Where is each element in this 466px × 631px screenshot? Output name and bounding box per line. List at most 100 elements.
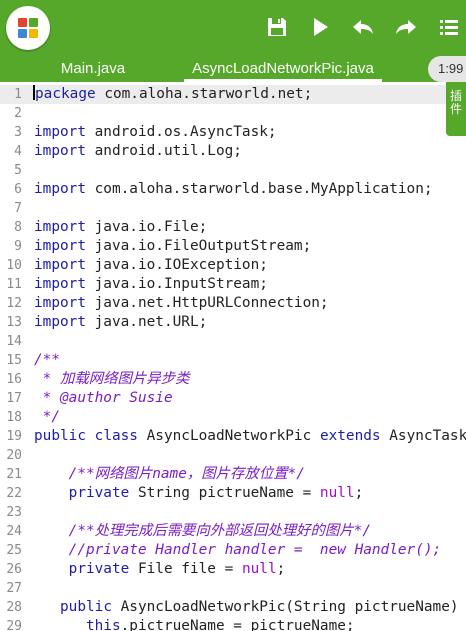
code-token-keyword: public: [60, 599, 112, 615]
code-text: * 加载网络图片异步类: [34, 370, 190, 389]
code-text: import java.net.URL;: [34, 313, 207, 332]
code-token-comment: */: [34, 409, 60, 425]
code-line[interactable]: 8 import java.io.File;: [0, 218, 466, 237]
code-token-keyword: import: [34, 257, 86, 273]
code-token-literal: null: [241, 561, 277, 577]
code-token-keyword: public: [34, 428, 86, 444]
time-indicator: 1:99: [428, 56, 466, 82]
tab-label: AsyncLoadNetworkPic.java: [192, 60, 374, 77]
code-token-identifier: java.net.URL;: [85, 314, 208, 330]
line-number: 19: [6, 429, 22, 444]
line-number: 23: [6, 505, 22, 520]
line-number: 5: [14, 163, 22, 178]
code-token-identifier: android.os.AsyncTask;: [85, 124, 277, 140]
code-token-keyword: import: [34, 181, 86, 197]
line-number: 11: [6, 277, 22, 292]
line-number: 6: [14, 182, 22, 197]
code-line[interactable]: 28 public AsyncLoadNetworkPic(String pic…: [0, 598, 466, 617]
code-token-identifier: .pictrueName = pictrueName;: [120, 618, 355, 631]
plugin-tab[interactable]: 插件: [446, 82, 466, 136]
save-icon[interactable]: [264, 14, 290, 40]
code-line[interactable]: 16 * 加载网络图片异步类: [0, 370, 466, 389]
code-text: /**: [34, 351, 60, 370]
code-token-comment: /**: [34, 352, 60, 368]
code-token-keyword: class: [94, 428, 138, 444]
code-editor[interactable]: 1 package com.aloha.starworld.net; 2 3 impor…: [0, 82, 466, 631]
code-token-identifier: File file =: [129, 561, 242, 577]
code-line[interactable]: 25 //private Handler handler = new Handl…: [0, 541, 466, 560]
redo-icon[interactable]: [393, 14, 419, 40]
tab-asyncloadnetworkpic-java[interactable]: AsyncLoadNetworkPic.java: [184, 58, 382, 82]
code-line[interactable]: 23: [0, 503, 466, 522]
plugin-tab-label: 插件: [449, 89, 462, 116]
code-token-identifier: ;: [276, 561, 286, 577]
code-token-identifier: AsyncLoadNetworkPic: [137, 428, 320, 444]
code-line[interactable]: 6 import com.aloha.starworld.base.MyAppli…: [0, 180, 466, 199]
code-token-comment: /**处理完成后需要向外部返回处理好的图片*/: [34, 523, 372, 539]
code-line[interactable]: 17 * @author Susie: [0, 389, 466, 408]
line-number: 17: [6, 391, 22, 406]
line-number: 14: [6, 334, 22, 349]
code-line[interactable]: 12 import java.net.HttpURLConnection;: [0, 294, 466, 313]
code-token-keyword: this: [85, 618, 121, 631]
code-text: * @author Susie: [34, 389, 173, 408]
code-line[interactable]: 2: [0, 104, 466, 123]
code-line[interactable]: 14: [0, 332, 466, 351]
code-line[interactable]: 29 this.pictrueName = pictrueName;: [0, 617, 466, 631]
code-line[interactable]: 11 import java.io.InputStream;: [0, 275, 466, 294]
line-number: 25: [6, 543, 22, 558]
code-line[interactable]: 5: [0, 161, 466, 180]
code-token-identifier: android.util.Log;: [85, 143, 242, 159]
line-number: 28: [6, 600, 22, 615]
code-line[interactable]: 27: [0, 579, 466, 598]
code-line[interactable]: 9 import java.io.FileOutputStream;: [0, 237, 466, 256]
line-number: 10: [6, 258, 22, 273]
code-token-identifier: ;: [354, 485, 364, 501]
code-text: //private Handler handler = new Handler(…: [34, 541, 442, 560]
code-line[interactable]: 21 /**网络图片name，图片存放位置*/: [0, 465, 466, 484]
code-token-identifier: AsyncTask<String, Void, Void> {: [389, 428, 466, 444]
code-text: import android.os.AsyncTask;: [34, 123, 277, 142]
code-line[interactable]: 4 import android.util.Log;: [0, 142, 466, 161]
code-token-identifier: java.io.InputStream;: [85, 276, 268, 292]
code-line[interactable]: 22 private String pictrueName = null;: [0, 484, 466, 503]
code-line[interactable]: 19 public class AsyncLoadNetworkPic exten…: [0, 427, 466, 446]
code-text: public class AsyncLoadNetworkPic extends…: [34, 427, 466, 446]
code-text: import java.io.IOException;: [34, 256, 268, 275]
code-line[interactable]: 15 /**: [0, 351, 466, 370]
code-text: public AsyncLoadNetworkPic(String pictru…: [34, 598, 466, 617]
line-number: 24: [6, 524, 22, 539]
code-token-keyword: import: [34, 276, 86, 292]
code-text: this.pictrueName = pictrueName;: [34, 617, 355, 631]
undo-icon[interactable]: [350, 14, 376, 40]
code-token-keyword: import: [34, 143, 86, 159]
code-token-identifier: String pictrueName =: [129, 485, 320, 501]
line-number: 13: [6, 315, 22, 330]
code-token-keyword: import: [34, 238, 86, 254]
code-line[interactable]: 20: [0, 446, 466, 465]
code-line[interactable]: 18 */: [0, 408, 466, 427]
code-line[interactable]: 7: [0, 199, 466, 218]
line-number: 8: [14, 220, 22, 235]
tab-label: Main.java: [60, 60, 126, 77]
run-icon[interactable]: [307, 14, 333, 40]
code-line[interactable]: 24 /**处理完成后需要向外部返回处理好的图片*/: [0, 522, 466, 541]
line-number: 21: [6, 467, 22, 482]
code-token-identifier: [86, 428, 95, 444]
code-token-comment: * @author Susie: [34, 390, 173, 406]
code-line[interactable]: 26 private File file = null;: [0, 560, 466, 579]
code-line[interactable]: 1 package com.aloha.starworld.net;: [0, 85, 466, 104]
line-number: 4: [14, 144, 22, 159]
code-line[interactable]: 13 import java.net.URL;: [0, 313, 466, 332]
code-token-literal: null: [319, 485, 355, 501]
code-token-identifier: [34, 561, 69, 577]
code-token-identifier: [34, 485, 69, 501]
menu-list-icon[interactable]: [436, 14, 462, 40]
code-line[interactable]: 3 import android.os.AsyncTask;: [0, 123, 466, 142]
line-number: 27: [6, 581, 22, 596]
tab-main-java[interactable]: Main.java: [40, 58, 146, 82]
code-token-identifier: java.io.FileOutputStream;: [85, 238, 312, 254]
app-logo[interactable]: [6, 6, 50, 50]
code-line[interactable]: 10 import java.io.IOException;: [0, 256, 466, 275]
code-token-keyword: import: [34, 219, 86, 235]
